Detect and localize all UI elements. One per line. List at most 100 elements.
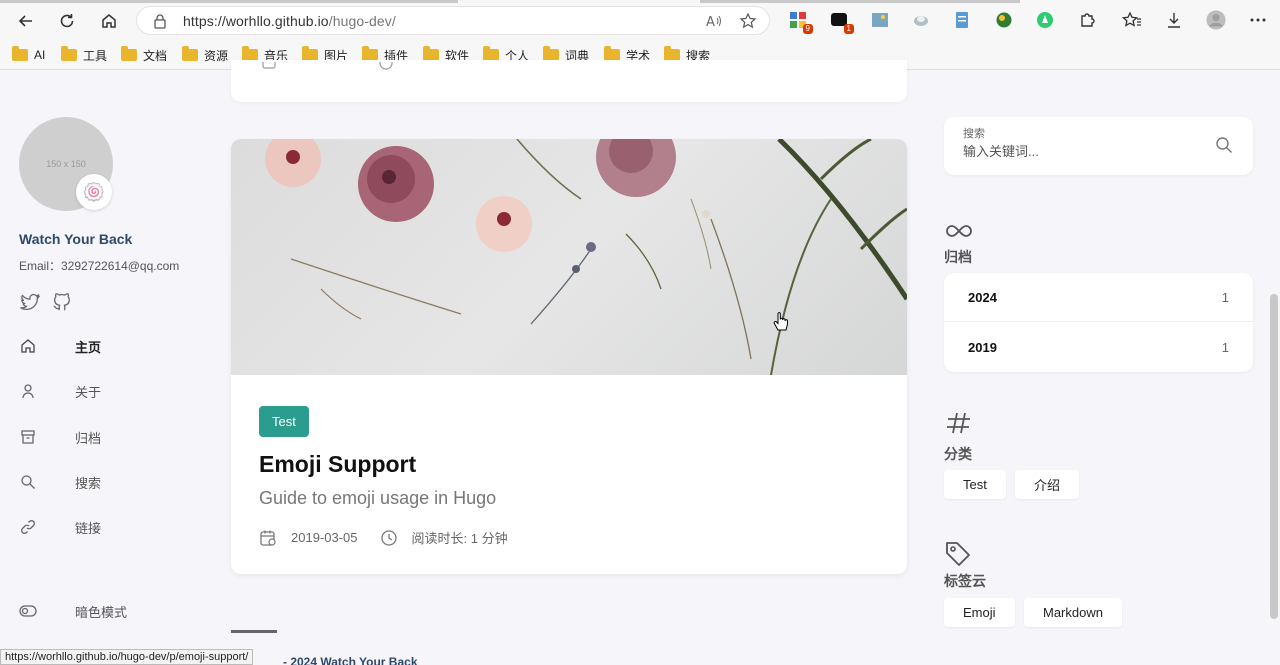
extensions-button[interactable] <box>1077 10 1097 30</box>
tab-strip-edge <box>0 0 1280 3</box>
category-tag[interactable]: Test <box>259 406 309 437</box>
back-button[interactable] <box>13 8 39 34</box>
archive-row[interactable]: 2019 1 <box>944 323 1253 372</box>
dark-mode-label: 暗色模式 <box>75 604 128 620</box>
search-icon[interactable] <box>1214 135 1234 155</box>
browser-toolbar: https://worhllo.github.io/hugo-dev/ A 9 … <box>0 0 1280 40</box>
post-meta: 2019-03-05 阅读时长: 1 分钟 <box>259 528 508 547</box>
category-chip[interactable]: 介绍 <box>1015 470 1080 499</box>
calendar-icon <box>260 530 276 546</box>
url-host: https://worhllo.github.io <box>183 13 329 29</box>
home-icon <box>19 337 37 355</box>
extension-1[interactable]: 9 <box>788 10 813 34</box>
category-chip[interactable]: Test <box>944 470 1006 499</box>
url-path: /hugo-dev/ <box>328 13 396 29</box>
profile-avatar-icon <box>1206 10 1226 30</box>
svg-text:A: A <box>706 15 715 29</box>
download-icon <box>1168 13 1180 28</box>
post-title[interactable]: Emoji Support <box>259 451 416 478</box>
previous-post-card[interactable] <box>231 60 907 102</box>
extension-2[interactable]: 1 <box>829 10 854 34</box>
folder-icon <box>12 46 28 61</box>
mauve-flower <box>596 139 676 197</box>
bookmark-label: 文档 <box>143 48 168 63</box>
bookmark-label: AI <box>34 48 46 62</box>
tag-chip[interactable]: Markdown <box>1024 598 1122 627</box>
clock-icon <box>380 529 397 546</box>
bookmark-label: 工具 <box>83 48 108 63</box>
tag-icon <box>946 542 970 566</box>
menu-label: 搜索 <box>75 475 102 491</box>
bookmark-folder[interactable]: 资源 <box>182 44 228 66</box>
menu-item-home[interactable]: 主页 <box>19 334 199 358</box>
read-aloud-icon[interactable]: A <box>705 13 723 29</box>
back-arrow-icon <box>18 15 32 27</box>
avatar-emoji-badge: 🍥 <box>76 174 112 210</box>
toggle-icon <box>19 602 37 620</box>
bookmark-label: 资源 <box>204 48 229 63</box>
favorites-button[interactable] <box>1122 10 1142 30</box>
site-email: Email：3292722614@qq.com <box>19 259 180 273</box>
folder-icon <box>121 46 137 61</box>
menu-label: 关于 <box>75 384 102 400</box>
post-cover-image[interactable] <box>231 139 907 376</box>
post-subtitle: Guide to emoji usage in Hugo <box>259 488 497 508</box>
hand-cursor-icon <box>773 312 788 331</box>
archive-count: 1 <box>1221 289 1229 305</box>
link-icon <box>19 518 37 536</box>
archive-year: 2019 <box>968 340 997 355</box>
extension-6[interactable] <box>994 10 1014 30</box>
extension-globe-icon <box>996 12 1012 28</box>
downloads-button[interactable] <box>1164 10 1184 30</box>
archive-icon <box>19 428 37 446</box>
twitter-icon[interactable] <box>19 291 41 313</box>
extension-7[interactable] <box>1035 10 1055 30</box>
extension-badge: 9 <box>802 24 813 34</box>
github-icon[interactable] <box>51 291 73 313</box>
home-button[interactable] <box>96 8 122 34</box>
post-card[interactable]: Test Emoji Support Guide to emoji usage … <box>231 139 907 574</box>
address-bar[interactable]: https://worhllo.github.io/hugo-dev/ A <box>136 6 770 35</box>
favorite-star-icon[interactable] <box>739 12 757 30</box>
extension-3[interactable] <box>870 10 890 30</box>
menu-item-archives[interactable]: 归档 <box>19 425 199 449</box>
menu-item-links[interactable]: 链接 <box>19 515 199 539</box>
folder-icon <box>61 46 77 61</box>
user-icon <box>19 382 37 400</box>
footer-divider <box>231 630 277 633</box>
archives-title: 归档 <box>944 249 972 265</box>
extension-doc-icon <box>956 12 968 28</box>
extension-4[interactable] <box>911 10 931 30</box>
search-input[interactable] <box>963 144 1193 159</box>
flowers-illustration <box>265 139 907 376</box>
page-scrollbar[interactable] <box>1270 294 1278 619</box>
extension-5[interactable] <box>952 10 972 30</box>
archive-year: 2024 <box>968 289 997 305</box>
archive-row[interactable]: 2024 1 <box>944 273 1253 322</box>
tag-chip[interactable]: Emoji <box>944 598 1015 627</box>
browser-home-icon <box>102 14 116 28</box>
site-name[interactable]: Watch Your Back <box>19 231 132 247</box>
infinity-icon <box>946 225 972 237</box>
search-icon <box>19 473 37 491</box>
extension-leaf-icon <box>1037 12 1053 28</box>
archives-list: 2024 1 2019 1 <box>944 273 1253 372</box>
bookmark-folder[interactable]: AI <box>12 44 45 66</box>
extension-cloud-icon <box>914 16 928 26</box>
bookmark-folder[interactable]: 工具 <box>61 44 107 66</box>
address-text[interactable]: https://worhllo.github.io/hugo-dev/ <box>183 13 396 29</box>
profile-button[interactable] <box>1206 10 1226 30</box>
archive-count: 1 <box>1221 340 1229 355</box>
menu-label: 链接 <box>75 520 102 536</box>
bookmark-folder[interactable]: 文档 <box>121 44 167 66</box>
menu-item-about[interactable]: 关于 <box>19 379 199 403</box>
search-label: 搜索 <box>963 128 985 140</box>
tags-title: 标签云 <box>944 573 986 589</box>
avatar-placeholder-text: 150 x 150 <box>46 159 86 169</box>
dark-mode-toggle[interactable]: 暗色模式 <box>19 599 199 623</box>
folder-icon <box>182 46 198 61</box>
menu-item-search[interactable]: 搜索 <box>19 470 199 494</box>
refresh-button[interactable] <box>54 8 80 34</box>
menu-label: 归档 <box>75 430 102 446</box>
browser-menu-button[interactable] <box>1248 10 1268 30</box>
